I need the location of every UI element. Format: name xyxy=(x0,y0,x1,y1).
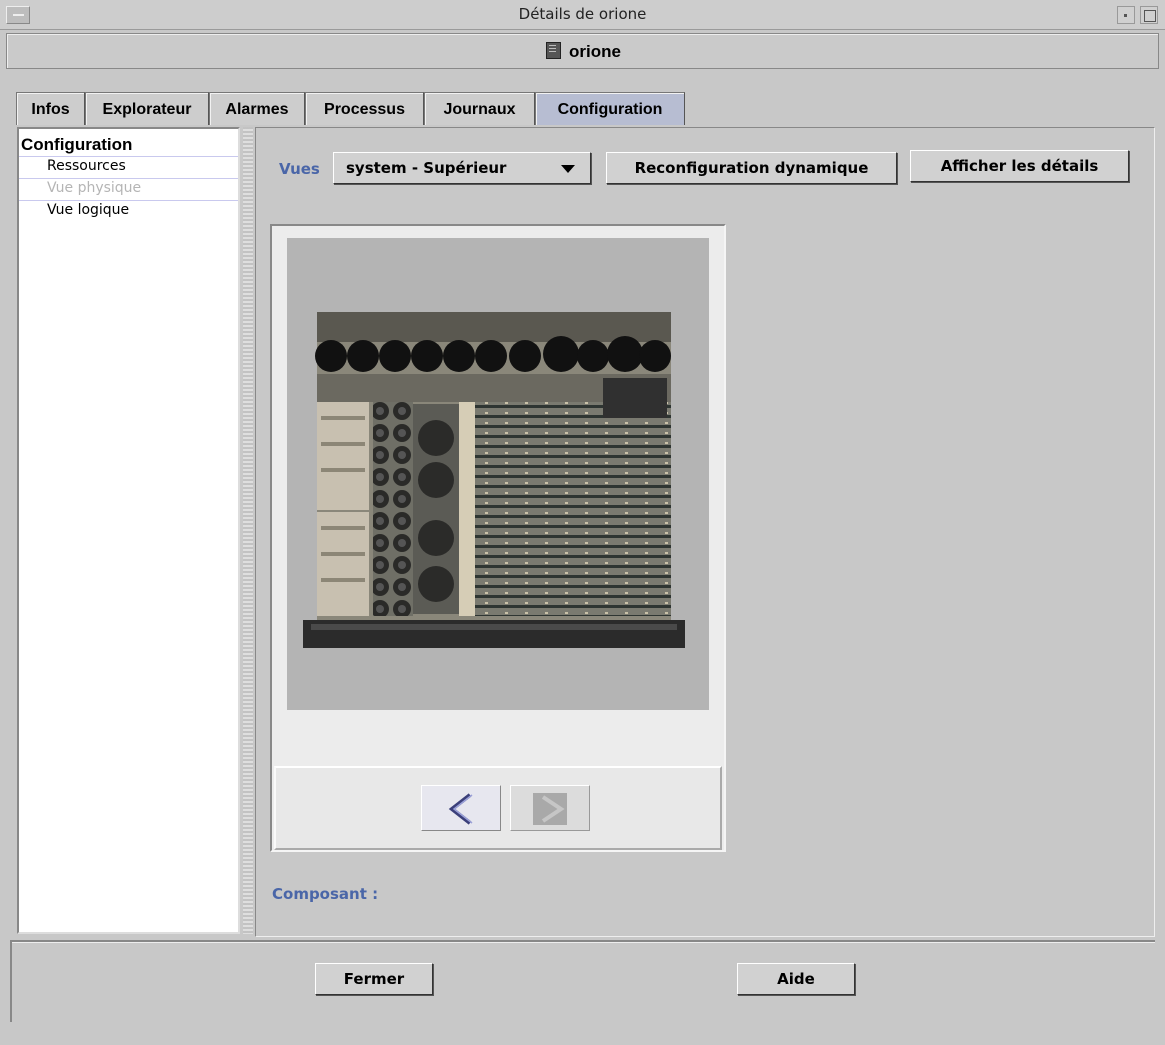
tab-configuration[interactable]: Configuration xyxy=(535,92,685,125)
tab-explorateur[interactable]: Explorateur xyxy=(85,92,209,125)
divider xyxy=(19,156,238,157)
splitter-handle[interactable] xyxy=(243,127,253,934)
previous-image-button[interactable] xyxy=(421,785,501,831)
divider xyxy=(19,178,238,179)
chevron-left-icon xyxy=(448,793,473,825)
tab-journaux[interactable]: Journaux xyxy=(424,92,535,125)
sidebar-item-vue-logique[interactable]: Vue logique xyxy=(47,202,129,218)
show-details-button[interactable]: Afficher les détails xyxy=(910,150,1129,182)
system-board-image[interactable] xyxy=(303,312,685,648)
next-image-button xyxy=(510,785,590,831)
component-label: Composant : xyxy=(272,885,379,903)
divider xyxy=(10,942,12,1022)
tab-infos[interactable]: Infos xyxy=(16,92,85,125)
host-title: orione xyxy=(7,42,1160,62)
help-button[interactable]: Aide xyxy=(737,963,855,995)
minimize-button[interactable] xyxy=(1117,6,1135,24)
sidebar-title[interactable]: Configuration xyxy=(21,135,132,155)
view-select[interactable]: system - Supérieur xyxy=(333,152,591,184)
host-header: orione xyxy=(6,33,1159,69)
view-select-value: system - Supérieur xyxy=(346,159,507,177)
chevron-down-icon xyxy=(561,165,575,173)
chevron-right-icon xyxy=(533,793,567,825)
sidebar-tree: Configuration Ressources Vue physique Vu… xyxy=(17,127,240,934)
host-icon xyxy=(546,42,562,59)
sidebar-item-ressources[interactable]: Ressources xyxy=(47,158,126,174)
reconfiguration-button[interactable]: Reconfiguration dynamique xyxy=(606,152,897,184)
divider xyxy=(10,940,1155,942)
tab-alarmes[interactable]: Alarmes xyxy=(209,92,305,125)
divider xyxy=(19,200,238,201)
tab-processus[interactable]: Processus xyxy=(305,92,424,125)
maximize-button[interactable] xyxy=(1140,6,1158,24)
close-button[interactable]: Fermer xyxy=(315,963,433,995)
sidebar-item-vue-physique[interactable]: Vue physique xyxy=(47,180,141,196)
host-name: orione xyxy=(569,42,621,61)
window-title: Détails de orione xyxy=(518,5,647,23)
views-label: Vues xyxy=(279,160,320,178)
